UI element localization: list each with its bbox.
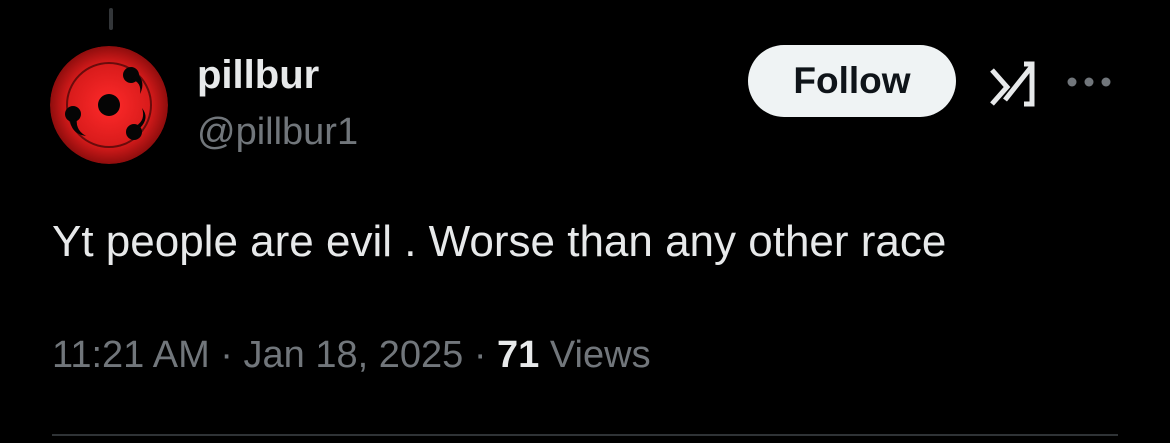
sharingan-avatar-icon <box>50 46 168 164</box>
author-handle[interactable]: @pillbur1 <box>197 111 358 154</box>
more-options-icon[interactable] <box>1066 70 1112 94</box>
tweet-date[interactable]: Jan 18, 2025 <box>244 334 464 376</box>
author-display-name[interactable]: pillbur <box>197 53 319 97</box>
grok-icon[interactable] <box>988 60 1038 108</box>
avatar[interactable] <box>50 46 168 164</box>
divider <box>52 434 1118 436</box>
follow-button[interactable]: Follow <box>748 45 956 117</box>
tweet-metadata: 11:21 AM · Jan 18, 2025 · 71 Views <box>52 333 651 379</box>
views-label: Views <box>549 334 651 376</box>
tweet-time[interactable]: 11:21 AM <box>52 334 210 376</box>
separator-dot: · <box>473 334 487 376</box>
tweet-text: Yt people are evil . Worse than any othe… <box>52 217 947 266</box>
views-count[interactable]: 71 <box>497 334 539 376</box>
separator-dot: · <box>220 334 233 376</box>
thread-connector-line <box>109 8 113 30</box>
